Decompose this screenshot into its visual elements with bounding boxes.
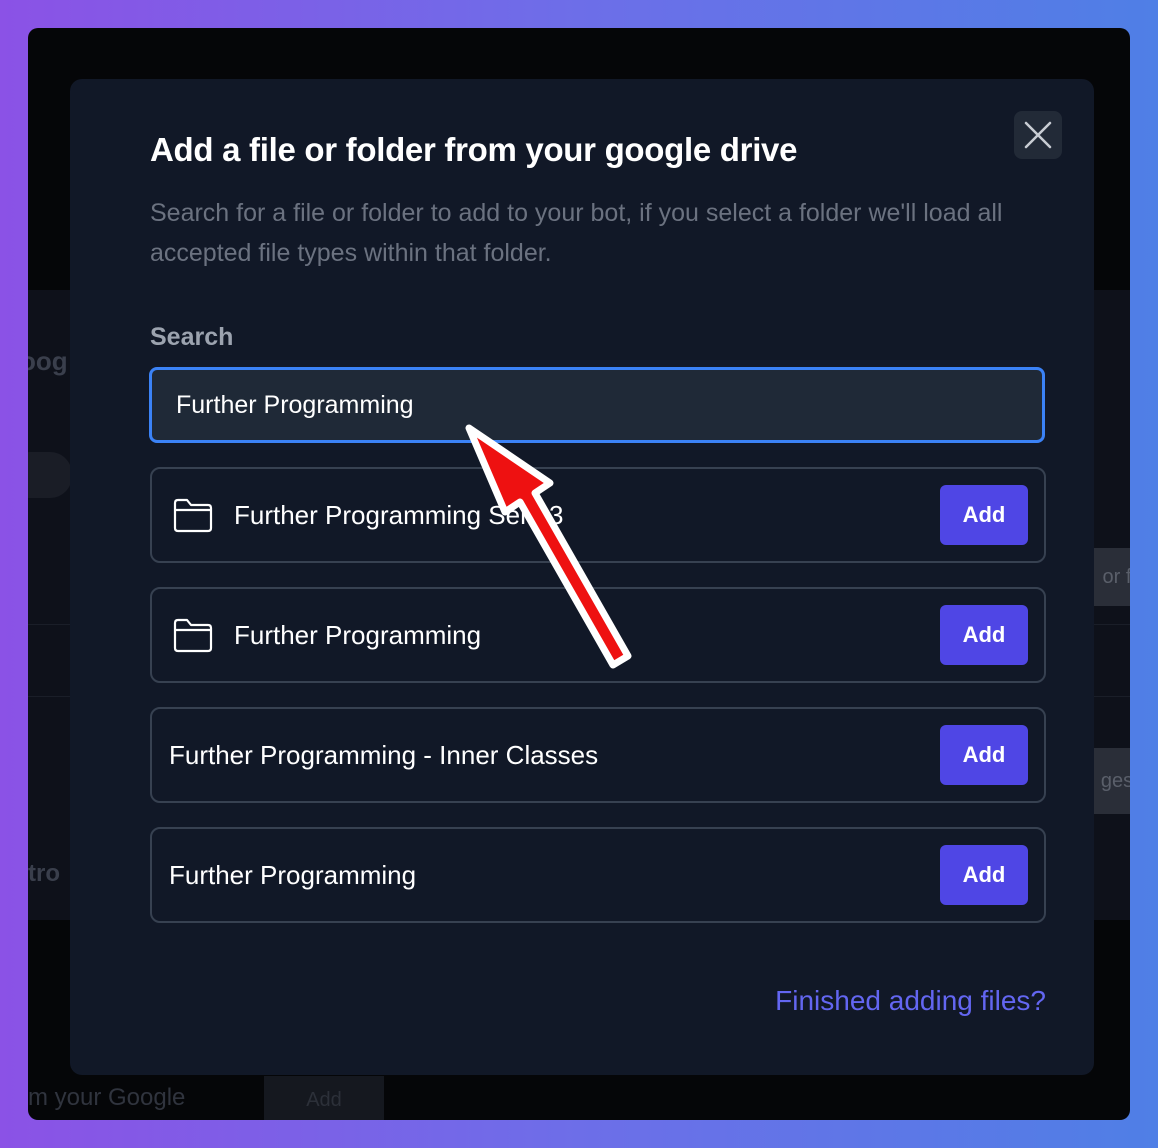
result-item: Further Programming Add xyxy=(150,587,1046,683)
add-file-modal: Add a file or folder from your google dr… xyxy=(70,79,1094,1075)
folder-icon xyxy=(173,498,213,533)
background-bottom-text: m your Google xyxy=(28,1084,186,1111)
background-add-button: Add xyxy=(264,1076,384,1120)
finished-adding-files-link[interactable]: Finished adding files? xyxy=(775,985,1046,1017)
background-text-fragment: oog xyxy=(28,346,68,376)
close-button[interactable] xyxy=(1014,111,1062,159)
add-button[interactable]: Add xyxy=(940,845,1028,905)
result-name: Further Programming xyxy=(169,859,417,890)
background-button: ges xyxy=(1092,748,1130,814)
search-label: Search xyxy=(150,323,234,351)
close-icon xyxy=(1024,121,1052,149)
folder-icon xyxy=(173,618,213,653)
add-button[interactable]: Add xyxy=(940,725,1028,785)
background-text-fragment: tro xyxy=(28,860,60,887)
modal-title: Add a file or folder from your google dr… xyxy=(150,131,798,168)
add-button[interactable]: Add xyxy=(940,485,1028,545)
result-item: Further Programming - Inner Classes Add xyxy=(150,707,1046,803)
results-list: Further Programming Sem 3 Add Further Pr… xyxy=(150,467,1046,947)
add-button[interactable]: Add xyxy=(940,605,1028,665)
modal-description: Search for a file or folder to add to yo… xyxy=(150,199,1003,267)
background-toggle xyxy=(28,452,72,498)
result-name: Further Programming Sem 3 xyxy=(234,499,564,530)
background-button-label: ges xyxy=(1100,769,1130,792)
background-add-button-label: Add xyxy=(306,1088,342,1111)
search-input[interactable] xyxy=(149,367,1045,443)
result-name: Further Programming xyxy=(234,619,482,650)
background-button: or f xyxy=(1092,548,1130,606)
result-item: Further Programming Add xyxy=(150,827,1046,923)
result-item: Further Programming Sem 3 Add xyxy=(150,467,1046,563)
result-name: Further Programming - Inner Classes xyxy=(169,739,599,770)
background-button-label: or f xyxy=(1102,565,1130,588)
